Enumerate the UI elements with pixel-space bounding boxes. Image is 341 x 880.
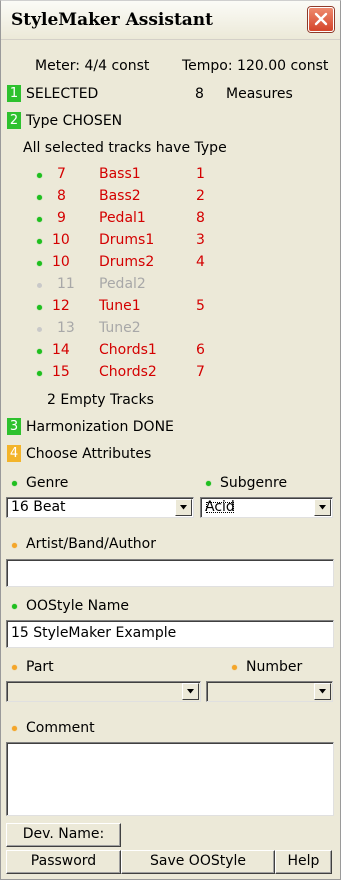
step-4-indicator: 4 bbox=[7, 445, 21, 462]
optional-dot-icon bbox=[12, 543, 17, 548]
optional-dot-icon bbox=[232, 665, 237, 670]
required-dot-icon bbox=[206, 481, 211, 486]
step-1-label: SELECTED bbox=[26, 86, 99, 102]
status-dot-icon bbox=[37, 327, 42, 332]
step-2-label: Type CHOSEN bbox=[26, 113, 123, 129]
help-button[interactable]: Help bbox=[275, 850, 332, 874]
track-number: 11 bbox=[57, 276, 75, 292]
track-number: 8 bbox=[57, 188, 66, 204]
subgenre-dropdown-button[interactable] bbox=[314, 499, 331, 516]
genre-dropdown-button[interactable] bbox=[175, 499, 192, 516]
track-name: Tune1 bbox=[99, 298, 141, 314]
status-dot-icon bbox=[37, 173, 42, 178]
track-name: Pedal2 bbox=[99, 276, 146, 292]
type-note: All selected tracks have Type bbox=[23, 140, 227, 156]
number-dropdown[interactable] bbox=[206, 681, 333, 702]
track-type: 4 bbox=[196, 254, 205, 270]
measures-label: Measures bbox=[226, 86, 293, 102]
track-name: Pedal1 bbox=[99, 210, 146, 226]
status-dot-icon bbox=[37, 305, 42, 310]
step-4-label: Choose Attributes bbox=[26, 446, 152, 462]
style-name-label: OOStyle Name bbox=[26, 598, 129, 614]
artist-label: Artist/Band/Author bbox=[26, 536, 157, 552]
track-name: Bass2 bbox=[99, 188, 141, 204]
password-button[interactable]: Password bbox=[6, 850, 121, 874]
genre-value: 16 Beat bbox=[11, 499, 66, 515]
number-dropdown-button[interactable] bbox=[314, 683, 331, 700]
status-dot-icon bbox=[37, 217, 42, 222]
track-number: 9 bbox=[57, 210, 66, 226]
status-dot-icon bbox=[37, 239, 42, 244]
required-dot-icon bbox=[12, 481, 17, 486]
save-style-button[interactable]: Save OOStyle bbox=[121, 850, 275, 874]
track-name: Chords2 bbox=[99, 364, 157, 380]
track-number: 10 bbox=[52, 232, 70, 248]
subgenre-dropdown[interactable]: Acid bbox=[200, 497, 333, 518]
part-label: Part bbox=[26, 659, 54, 675]
status-dot-icon bbox=[37, 261, 42, 266]
track-type: 6 bbox=[196, 342, 205, 358]
track-type: 8 bbox=[196, 210, 205, 226]
track-type: 3 bbox=[196, 232, 205, 248]
meter-text: Meter: 4/4 const bbox=[35, 58, 150, 74]
track-number: 15 bbox=[52, 364, 70, 380]
subgenre-label: Subgenre bbox=[220, 475, 288, 491]
track-type: 2 bbox=[196, 188, 205, 204]
track-number: 10 bbox=[52, 254, 70, 270]
title-bar[interactable]: StyleMaker Assistant bbox=[1, 1, 340, 40]
part-dropdown-button[interactable] bbox=[182, 683, 199, 700]
genre-dropdown[interactable]: 16 Beat bbox=[6, 497, 194, 518]
step-3-label: Harmonization DONE bbox=[26, 419, 174, 435]
status-dot-icon bbox=[37, 283, 42, 288]
status-dot-icon bbox=[37, 195, 42, 200]
step-1-indicator: 1 bbox=[7, 85, 21, 102]
chevron-down-icon bbox=[319, 689, 326, 694]
track-name: Drums1 bbox=[99, 232, 155, 248]
part-dropdown[interactable] bbox=[6, 681, 201, 702]
artist-field[interactable] bbox=[6, 559, 334, 587]
status-dot-icon bbox=[37, 349, 42, 354]
track-name: Bass1 bbox=[99, 166, 141, 182]
comment-textarea[interactable] bbox=[6, 742, 334, 816]
track-type: 1 bbox=[196, 166, 205, 182]
optional-dot-icon bbox=[12, 726, 17, 731]
track-name: Drums2 bbox=[99, 254, 155, 270]
number-label: Number bbox=[246, 659, 303, 675]
required-dot-icon bbox=[12, 604, 17, 609]
close-button[interactable] bbox=[308, 7, 334, 32]
track-number: 7 bbox=[57, 166, 66, 182]
style-name-field[interactable]: 15 StyleMaker Example bbox=[6, 620, 334, 648]
track-type: 7 bbox=[196, 364, 205, 380]
status-dot-icon bbox=[37, 371, 42, 376]
track-name: Tune2 bbox=[99, 320, 141, 336]
step-2-indicator: 2 bbox=[7, 112, 21, 129]
track-number: 14 bbox=[52, 342, 70, 358]
stylemaker-window: StyleMaker Assistant Meter: 4/4 const Te… bbox=[0, 0, 341, 880]
track-name: Chords1 bbox=[99, 342, 157, 358]
track-number: 12 bbox=[52, 298, 70, 314]
style-name-value: 15 StyleMaker Example bbox=[11, 625, 177, 641]
track-type: 5 bbox=[196, 298, 205, 314]
step-3-indicator: 3 bbox=[7, 418, 21, 435]
empty-tracks-note: 2 Empty Tracks bbox=[47, 392, 154, 408]
chevron-down-icon bbox=[187, 689, 194, 694]
chevron-down-icon bbox=[180, 505, 187, 510]
comment-label: Comment bbox=[26, 720, 95, 736]
genre-label: Genre bbox=[26, 475, 69, 491]
close-icon bbox=[314, 12, 328, 26]
chevron-down-icon bbox=[319, 505, 326, 510]
tempo-text: Tempo: 120.00 const bbox=[182, 58, 329, 74]
optional-dot-icon bbox=[12, 665, 17, 670]
window-title: StyleMaker Assistant bbox=[11, 10, 214, 30]
dev-name-button[interactable]: Dev. Name: bbox=[6, 823, 121, 847]
track-number: 13 bbox=[57, 320, 75, 336]
measures-count: 8 bbox=[195, 86, 204, 102]
subgenre-value: Acid bbox=[205, 499, 235, 515]
